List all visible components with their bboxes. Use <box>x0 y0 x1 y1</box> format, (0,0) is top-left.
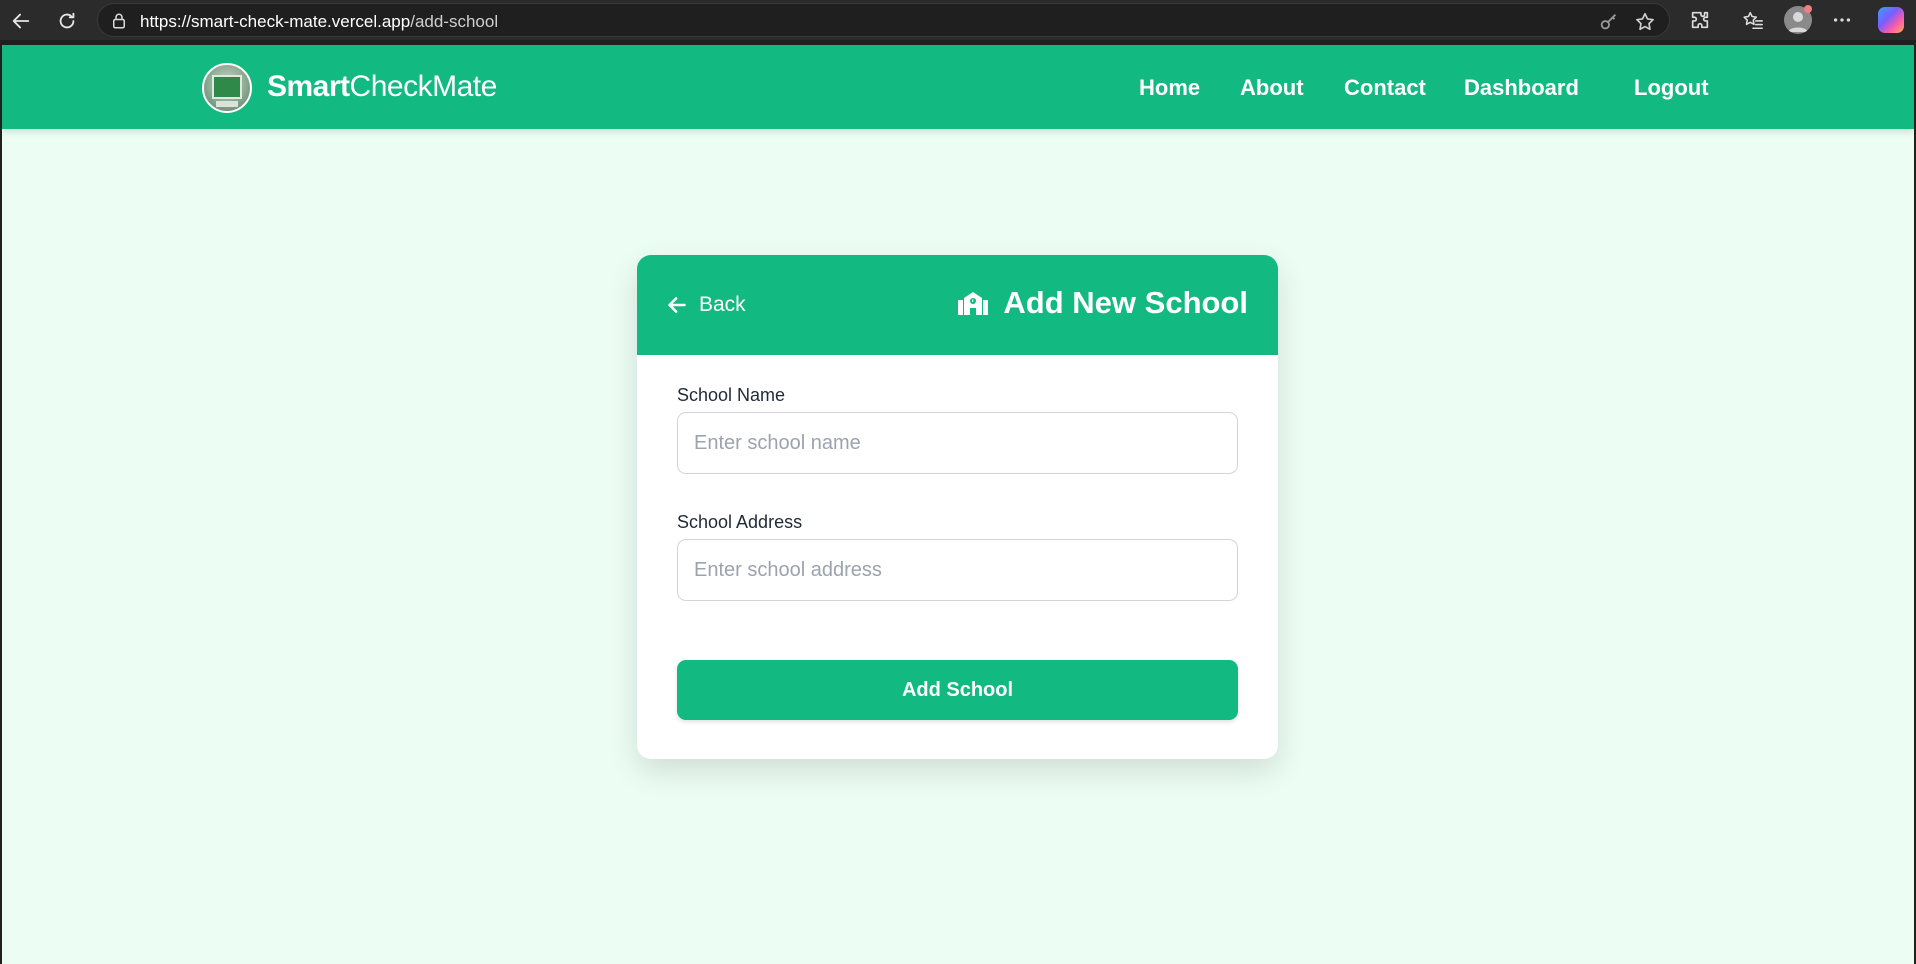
nav-home[interactable]: Home <box>1139 75 1200 101</box>
brand-light: CheckMate <box>349 70 498 103</box>
address-bar[interactable]: https://smart-check-mate.vercel.app/add-… <box>97 3 1670 37</box>
logo-image-part <box>212 75 242 99</box>
back-label: Back <box>699 293 746 316</box>
arrow-left-icon <box>668 297 686 313</box>
refresh-icon <box>59 12 75 29</box>
card-title: Add New School <box>1003 285 1248 320</box>
url-host: https://smart-check-mate.vercel.app <box>140 12 411 31</box>
brand-bold: Smart <box>267 70 350 103</box>
notification-dot <box>1804 5 1812 13</box>
more-dots-icon <box>1833 18 1851 22</box>
lock-icon[interactable] <box>110 12 128 30</box>
browser-refresh-button[interactable] <box>54 8 80 34</box>
browser-back-button[interactable] <box>8 8 34 34</box>
nav-contact[interactable]: Contact <box>1344 75 1426 101</box>
favorites-button[interactable] <box>1741 8 1765 32</box>
add-school-button[interactable]: Add School <box>677 660 1238 720</box>
key-icon[interactable] <box>1598 11 1620 33</box>
site-header: SmartCheckMate Home About Contact Dashbo… <box>2 45 1914 129</box>
school-icon <box>958 292 989 315</box>
site-logo[interactable] <box>202 63 252 113</box>
school-address-input[interactable] <box>677 539 1238 601</box>
school-name-label: School Name <box>677 385 786 405</box>
nav-logout[interactable]: Logout <box>1634 75 1709 101</box>
star-icon[interactable] <box>1634 11 1656 33</box>
school-address-label: School Address <box>677 512 803 532</box>
extensions-button[interactable] <box>1688 8 1712 32</box>
more-menu-button[interactable] <box>1830 8 1854 32</box>
logo-image-part <box>216 101 238 107</box>
card-header: Back Add New School <box>637 255 1278 355</box>
school-name-input[interactable] <box>677 412 1238 474</box>
browser-toolbar: https://smart-check-mate.vercel.app/add-… <box>0 0 1916 40</box>
favorites-icon <box>1743 11 1763 30</box>
brand-name[interactable]: SmartCheckMate <box>267 70 497 104</box>
nav-about[interactable]: About <box>1240 75 1304 101</box>
add-school-card: Back Add New School School Name School A… <box>637 255 1278 759</box>
url-text[interactable]: https://smart-check-mate.vercel.app/add-… <box>140 12 498 32</box>
puzzle-icon <box>1691 11 1709 29</box>
copilot-icon[interactable] <box>1878 7 1904 33</box>
arrow-left-icon <box>12 13 30 29</box>
card-title-group: Add New School <box>957 285 1248 321</box>
back-button[interactable]: Back <box>667 293 746 317</box>
nav-dashboard[interactable]: Dashboard <box>1464 75 1579 101</box>
url-path: /add-school <box>410 12 499 31</box>
page-viewport: SmartCheckMate Home About Contact Dashbo… <box>2 45 1914 964</box>
